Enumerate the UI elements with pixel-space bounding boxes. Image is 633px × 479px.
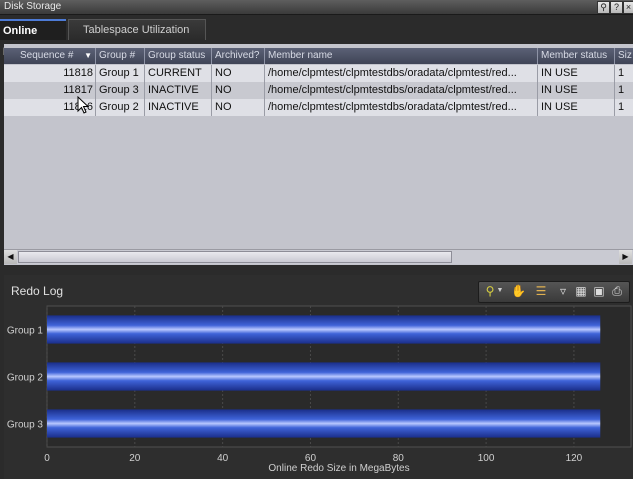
- scroll-right-icon[interactable]: ▶: [619, 250, 632, 264]
- sort-desc-icon: ▼: [84, 51, 92, 60]
- tab-online-redo[interactable]: Online Redo: [0, 19, 66, 58]
- table-header: Sequence # ▼ Group # Group status Archiv…: [4, 48, 633, 64]
- table-row[interactable]: 11817 Group 3 INACTIVE NO /home/clpmtest…: [4, 82, 633, 99]
- cell-size: 1: [618, 101, 625, 113]
- x-tick-label: 100: [478, 453, 495, 464]
- cell-group: Group 3: [96, 82, 145, 99]
- redo-log-table: Sequence # ▼ Group # Group status Archiv…: [4, 44, 633, 265]
- search-icon[interactable]: ⚲: [597, 1, 610, 14]
- cell-size: 1: [618, 84, 625, 96]
- scrollbar-thumb[interactable]: [18, 251, 452, 263]
- column-header-group[interactable]: Group #: [96, 48, 145, 64]
- cell-archived: NO: [212, 99, 265, 116]
- cell-group-status: CURRENT: [145, 65, 212, 82]
- window-title: Disk Storage: [4, 1, 62, 12]
- cell-group: Group 2: [96, 99, 145, 116]
- cell-group: Group 1: [96, 65, 145, 82]
- cell-member-name: /home/clpmtest/clpmtestdbs/oradata/clpmt…: [265, 99, 538, 116]
- bar-group-2[interactable]: [47, 362, 601, 391]
- tab-bar: Online Redo Tablespace Utilization: [0, 15, 633, 58]
- cell-member-status: IN USE: [538, 65, 615, 82]
- column-header-sequence[interactable]: Sequence # ▼: [4, 48, 96, 64]
- y-tick-label: Group 3: [7, 420, 44, 431]
- redo-log-bar-chart: 0 20 40 60 80 100 120Group 1Group 2Group 3Onli…: [7, 305, 632, 474]
- x-tick-label: 40: [217, 453, 229, 464]
- column-header-archived[interactable]: Archived?: [212, 48, 265, 64]
- scroll-left-icon[interactable]: ◀: [4, 250, 17, 264]
- cell-group-status: INACTIVE: [145, 99, 212, 116]
- cell-archived: NO: [212, 82, 265, 99]
- horizontal-scrollbar[interactable]: ◀ ▶: [4, 249, 633, 264]
- bar-group-1[interactable]: [47, 315, 601, 344]
- cell-sequence: 11818: [4, 65, 96, 82]
- cell-size: 1: [618, 67, 625, 79]
- column-header-size[interactable]: Siz: [615, 48, 633, 64]
- table-row[interactable]: 11816 Group 2 INACTIVE NO /home/clpmtest…: [4, 99, 633, 116]
- x-tick-label: 0: [44, 453, 50, 464]
- tab-tablespace-utilization[interactable]: Tablespace Utilization: [68, 19, 206, 40]
- x-tick-label: 120: [566, 453, 583, 464]
- cell-group-status: INACTIVE: [145, 82, 212, 99]
- cell-member-status: IN USE: [538, 82, 615, 99]
- close-icon[interactable]: ×: [623, 1, 633, 14]
- help-icon[interactable]: ?: [610, 1, 623, 14]
- x-axis-label: Online Redo Size in MegaBytes: [268, 463, 409, 474]
- column-header-member-name[interactable]: Member name: [265, 48, 538, 64]
- x-tick-label: 20: [129, 453, 141, 464]
- mouse-cursor-icon: [77, 96, 89, 114]
- cell-member-status: IN USE: [538, 99, 615, 116]
- y-tick-label: Group 1: [7, 326, 44, 337]
- column-header-label: Sequence #: [20, 50, 74, 61]
- y-tick-label: Group 2: [7, 373, 44, 384]
- cell-member-name: /home/clpmtest/clpmtestdbs/oradata/clpmt…: [265, 65, 538, 82]
- column-header-member-status[interactable]: Member status: [538, 48, 615, 64]
- cell-archived: NO: [212, 65, 265, 82]
- cell-member-name: /home/clpmtest/clpmtestdbs/oradata/clpmt…: [265, 82, 538, 99]
- bar-group-3[interactable]: [47, 409, 601, 438]
- table-row[interactable]: 11818 Group 1 CURRENT NO /home/clpmtest/…: [4, 65, 633, 82]
- window-title-bar: Disk Storage ⚲ ? ×: [0, 0, 633, 15]
- chart-panel: Redo Log ⚲ ▼ ✋ ☰ ▿ ▦ ▣ ⎙ 0 20 40 60 80 100 120…: [4, 275, 633, 479]
- column-header-group-status[interactable]: Group status: [145, 48, 212, 64]
